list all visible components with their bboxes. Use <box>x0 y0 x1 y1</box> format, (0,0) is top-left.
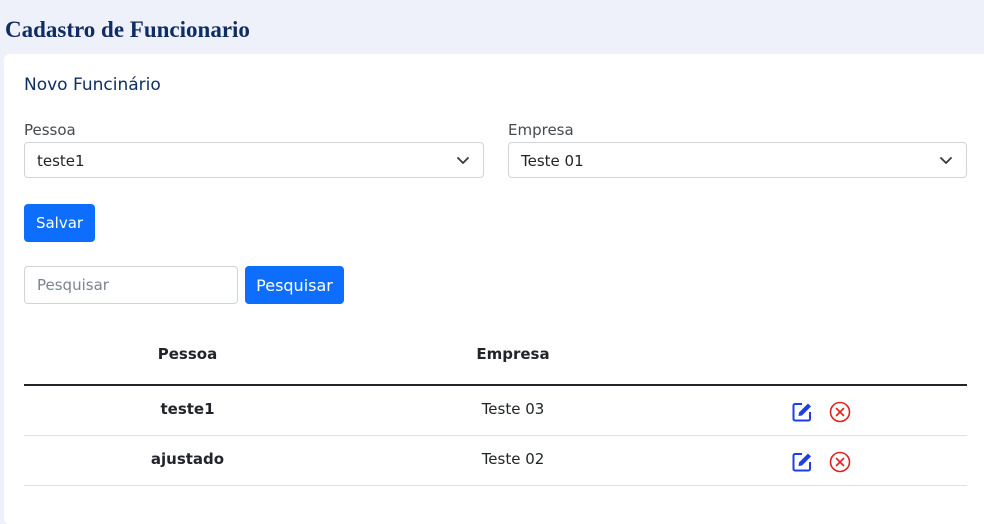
empresa-label: Empresa <box>508 121 574 139</box>
form-title: Novo Funcinário <box>24 75 161 95</box>
pessoa-label: Pessoa <box>24 121 76 139</box>
empresa-select[interactable]: Teste 01 <box>508 142 967 178</box>
pessoa-cell: teste1 <box>160 400 215 418</box>
empresa-cell: Teste 03 <box>481 400 545 418</box>
save-button[interactable]: Salvar <box>24 204 95 242</box>
search-button[interactable]: Pesquisar <box>245 266 344 304</box>
pessoa-select-value: teste1 <box>37 152 85 170</box>
empresa-select-value: Teste 01 <box>521 152 584 170</box>
chevron-down-icon <box>940 157 952 164</box>
edit-icon[interactable] <box>791 451 813 473</box>
chevron-down-icon <box>457 157 469 164</box>
delete-icon[interactable] <box>829 401 851 423</box>
pessoa-cell: ajustado <box>150 450 225 468</box>
column-header-pessoa: Pessoa <box>157 345 218 363</box>
column-header-empresa: Empresa <box>476 345 550 363</box>
edit-icon[interactable] <box>791 401 813 423</box>
form-card: Novo Funcinário Pessoa teste1 Empresa Te… <box>4 54 984 524</box>
table-row: teste1 Teste 03 <box>24 386 967 436</box>
search-input[interactable] <box>24 266 238 304</box>
pessoa-select[interactable]: teste1 <box>24 142 484 178</box>
table-row: ajustado Teste 02 <box>24 436 967 486</box>
page-title: Cadastro de Funcionario <box>5 17 250 42</box>
delete-icon[interactable] <box>829 451 851 473</box>
empresa-cell: Teste 02 <box>481 450 545 468</box>
